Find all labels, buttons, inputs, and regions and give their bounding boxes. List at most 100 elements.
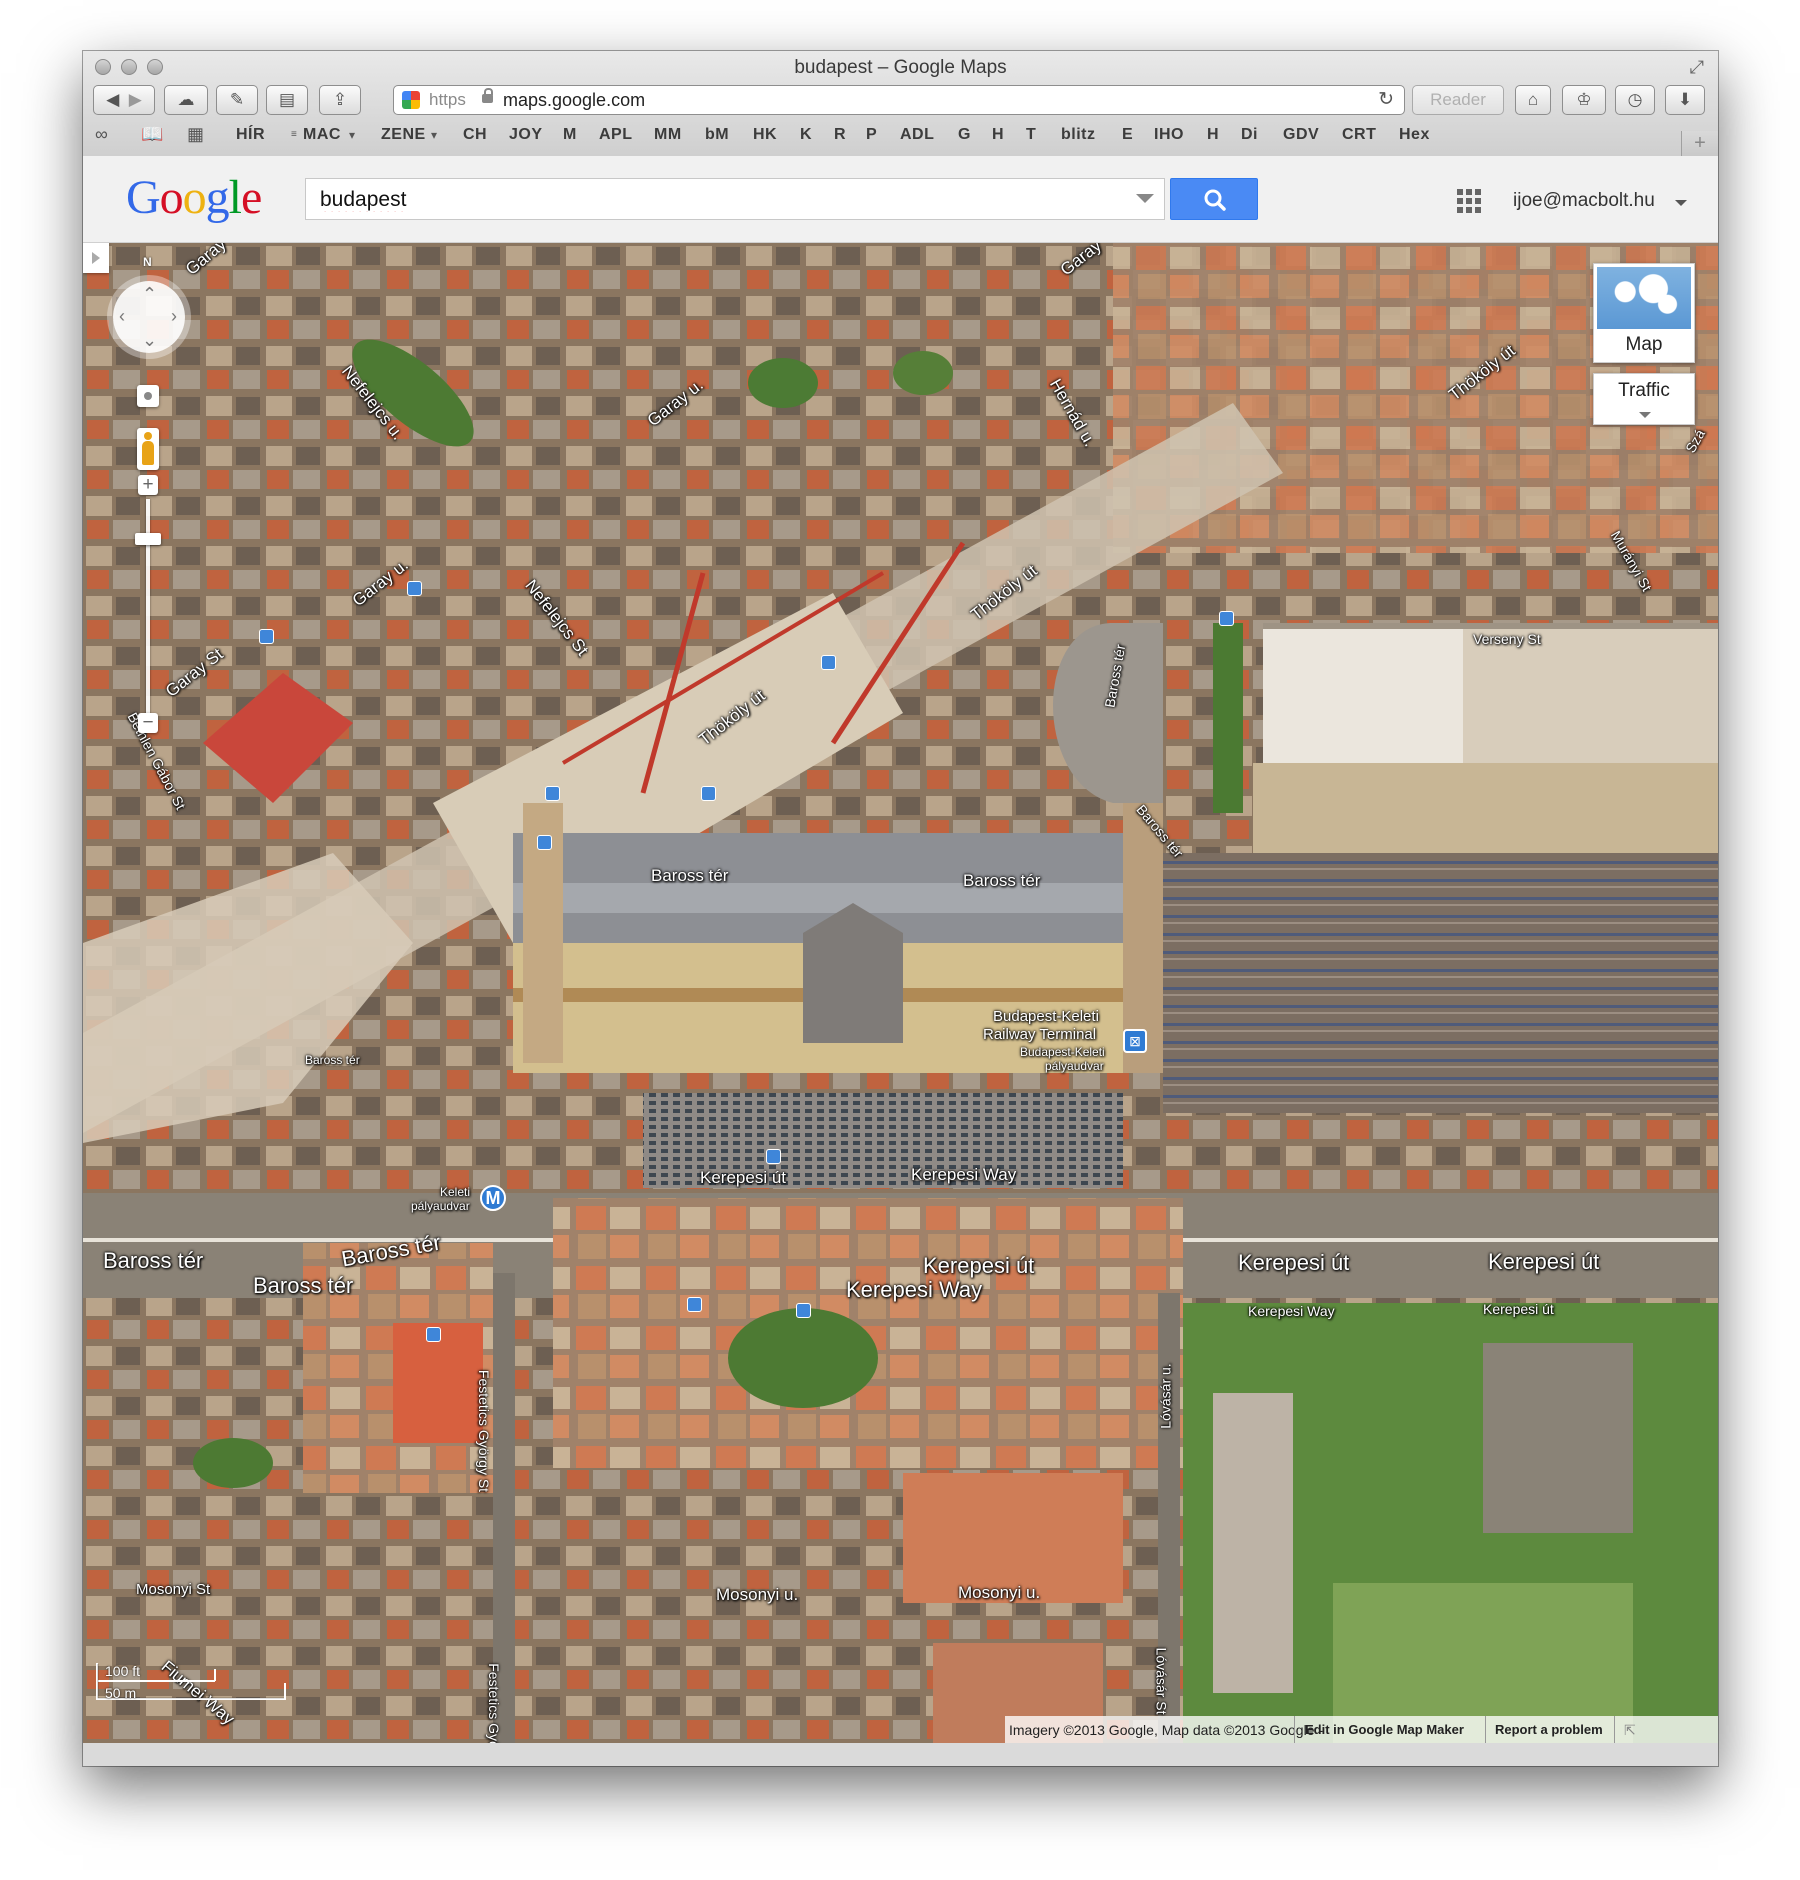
map-label: Kerepesi út: [1483, 1301, 1554, 1317]
reload-icon[interactable]: ↻: [1378, 88, 1394, 111]
bookmark-hex[interactable]: Hex: [1399, 126, 1430, 144]
bus-stop-icon[interactable]: [259, 629, 274, 644]
edit-map-maker-link[interactable]: Edit in Google Map Maker: [1305, 1722, 1464, 1737]
chevron-down-icon: [1639, 412, 1651, 418]
bus-stop-icon[interactable]: [701, 786, 716, 801]
train-station-icon[interactable]: ⊠: [1123, 1029, 1147, 1053]
bookmark-bm[interactable]: bM: [705, 126, 729, 144]
traffic-layer-button[interactable]: Traffic: [1593, 373, 1695, 425]
street-view-pegman-icon[interactable]: [137, 428, 159, 470]
bookmark-ch[interactable]: CH: [463, 126, 487, 144]
pan-control[interactable]: ⌃ ⌄ ‹ ›: [113, 281, 185, 353]
new-tab-button[interactable]: +: [1681, 131, 1718, 156]
bookmark-crt[interactable]: CRT: [1342, 126, 1376, 144]
url-host[interactable]: maps.google.com: [503, 90, 645, 111]
address-bar[interactable]: https maps.google.com ↻: [393, 85, 1405, 115]
google-logo[interactable]: Google: [126, 170, 262, 225]
zoom-slider-track[interactable]: [146, 499, 150, 717]
top-sites-grid-icon[interactable]: ▦: [187, 124, 204, 145]
zoom-in-button[interactable]: +: [138, 475, 158, 495]
reader-button[interactable]: Reader: [1412, 85, 1504, 115]
bookmark-zene[interactable]: ZENE: [381, 126, 426, 144]
expand-footer-icon[interactable]: ⇱: [1624, 1722, 1636, 1739]
reading-glasses-icon[interactable]: ∞: [95, 124, 108, 145]
metro-station-icon[interactable]: M: [480, 1185, 506, 1211]
zoom-slider-handle[interactable]: [135, 533, 161, 545]
bus-stop-icon[interactable]: [545, 786, 560, 801]
bus-stop-icon[interactable]: [821, 655, 836, 670]
history-button[interactable]: ◷: [1615, 85, 1655, 115]
traffic-label: Traffic: [1618, 380, 1670, 401]
bookmark-adl[interactable]: ADL: [900, 126, 934, 144]
tram-stop-icon[interactable]: [426, 1327, 441, 1342]
chevron-right-icon[interactable]: ›: [171, 307, 177, 325]
chevron-down-icon[interactable]: ⌄: [142, 331, 157, 349]
browser-chrome: budapest – Google Maps ⤢ ◀ ▶ ☁ ✎ ▤ ⇪ htt…: [83, 51, 1718, 157]
forward-arrow-icon[interactable]: ▶: [129, 90, 142, 109]
map-canvas[interactable]: Garay Garay u. Garay u. Garay St Garay N…: [83, 243, 1718, 1743]
map-type-toggle[interactable]: Map: [1593, 263, 1695, 363]
apps-grid-icon[interactable]: [1457, 189, 1481, 213]
map-label-major: Baross tér: [103, 1248, 204, 1273]
aerial-imagery[interactable]: [83, 243, 1718, 1743]
report-problem-link[interactable]: Report a problem: [1495, 1722, 1603, 1737]
bookmark-t[interactable]: T: [1026, 126, 1036, 144]
downloads-button[interactable]: ⬇: [1665, 85, 1705, 115]
zoom-out-button[interactable]: −: [138, 713, 158, 733]
bus-stop-icon[interactable]: [407, 581, 422, 596]
bookmark-joy[interactable]: JOY: [509, 126, 543, 144]
bookmark-g[interactable]: G: [958, 126, 971, 144]
icloud-tabs-button[interactable]: ☁: [164, 85, 208, 115]
chevron-left-icon[interactable]: ‹: [119, 307, 125, 325]
search-box[interactable]: [305, 178, 1165, 220]
bus-stop-icon[interactable]: [766, 1149, 781, 1164]
account-email[interactable]: ijoe@macbolt.hu: [1513, 190, 1655, 212]
bookmark-m[interactable]: M: [563, 126, 577, 144]
rotate-view-button[interactable]: [137, 385, 159, 407]
bookmarks-book-icon[interactable]: 📖: [141, 124, 163, 145]
map-label-major: Kerepesi út: [923, 1253, 1035, 1278]
home-button[interactable]: ⌂: [1515, 85, 1551, 115]
bookmark-blitz[interactable]: blitz: [1061, 126, 1096, 144]
search-button[interactable]: [1170, 178, 1258, 220]
bookmark-hir[interactable]: HÍR: [236, 126, 265, 144]
share-button[interactable]: ⇪: [319, 85, 361, 115]
bookmark-h[interactable]: H: [992, 126, 1004, 144]
bookmark-mac[interactable]: MAC: [303, 126, 341, 144]
bookmark-iho[interactable]: IHO: [1154, 126, 1184, 144]
fullscreen-icon[interactable]: ⤢: [1690, 57, 1704, 78]
bus-stop-icon[interactable]: [687, 1297, 702, 1312]
map-label: Baross tér: [963, 871, 1041, 890]
bookmark-apl[interactable]: APL: [599, 126, 633, 144]
reading-list-button[interactable]: ▤: [266, 85, 308, 115]
bookmark-hk[interactable]: HK: [753, 126, 777, 144]
map-label: Mosonyi u.: [716, 1585, 799, 1604]
bookmark-k[interactable]: K: [800, 126, 812, 144]
north-indicator: N: [143, 255, 152, 269]
top-sites-button[interactable]: ♔: [1562, 85, 1606, 115]
chevron-down-icon[interactable]: [1136, 194, 1154, 203]
map-label-major: Baross tér: [253, 1273, 354, 1298]
bookmark-p[interactable]: P: [866, 126, 877, 144]
expand-panel-button[interactable]: [83, 243, 109, 273]
bookmark-di[interactable]: Di: [1241, 126, 1258, 144]
bookmark-gdv[interactable]: GDV: [1283, 126, 1319, 144]
chevron-down-icon[interactable]: [1675, 200, 1687, 206]
map-label: Verseny St: [1473, 631, 1541, 647]
back-forward-buttons[interactable]: ◀ ▶: [93, 85, 155, 115]
bus-stop-icon[interactable]: [1219, 611, 1234, 626]
bookmark-e[interactable]: E: [1122, 126, 1133, 144]
notes-button[interactable]: ✎: [216, 85, 258, 115]
bookmark-mm[interactable]: MM: [654, 126, 682, 144]
bus-stop-icon[interactable]: [537, 835, 552, 850]
back-arrow-icon[interactable]: ◀: [106, 90, 119, 109]
share-icon: ⇪: [332, 90, 348, 109]
bookmark-h2[interactable]: H: [1207, 126, 1219, 144]
bus-stop-icon[interactable]: [796, 1303, 811, 1318]
crown-icon: ♔: [1576, 90, 1592, 109]
browser-window: budapest – Google Maps ⤢ ◀ ▶ ☁ ✎ ▤ ⇪ htt…: [83, 51, 1718, 1766]
map-label-station: pályaudvar: [1045, 1059, 1104, 1073]
bookmark-r[interactable]: R: [834, 126, 846, 144]
chevron-up-icon[interactable]: ⌃: [142, 285, 157, 303]
search-input[interactable]: [318, 185, 1102, 215]
